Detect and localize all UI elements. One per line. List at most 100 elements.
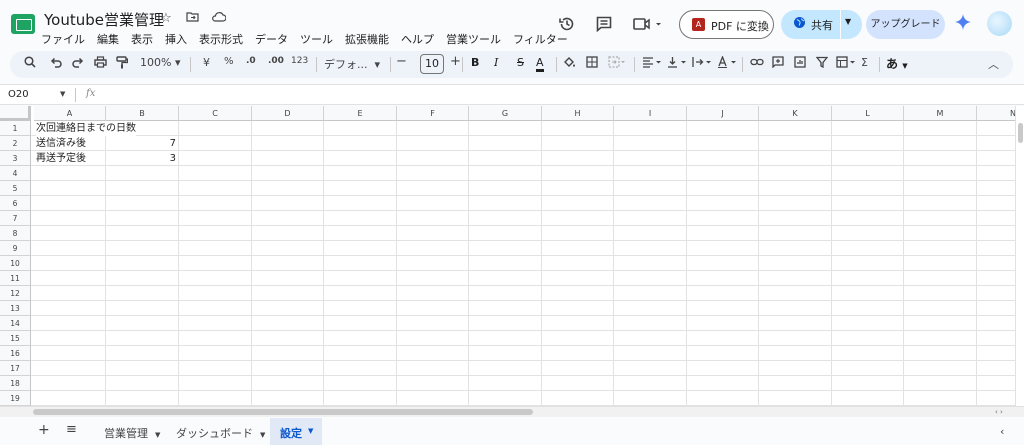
- print-icon[interactable]: [94, 56, 107, 71]
- menu-format[interactable]: 表示形式: [199, 31, 243, 47]
- menu-tools[interactable]: ツール: [300, 31, 333, 47]
- filter-views-icon[interactable]: [836, 56, 858, 71]
- cell-b3[interactable]: 3: [106, 151, 176, 166]
- row-header-11[interactable]: 11: [0, 271, 31, 286]
- borders-icon[interactable]: [586, 56, 598, 71]
- merge-cells-icon[interactable]: [608, 56, 626, 71]
- document-title[interactable]: Youtube営業管理: [44, 9, 164, 30]
- column-header-n[interactable]: N: [977, 106, 1015, 121]
- column-header-c[interactable]: C: [179, 106, 252, 121]
- star-icon[interactable]: ☆: [157, 11, 175, 26]
- all-sheets-menu-icon[interactable]: ≡: [66, 422, 77, 437]
- gemini-sparkle-icon[interactable]: [955, 14, 971, 34]
- menu-data[interactable]: データ: [255, 31, 288, 47]
- text-wrap-icon[interactable]: [692, 56, 714, 71]
- search-menus-icon[interactable]: [24, 56, 36, 71]
- column-header-m[interactable]: M: [904, 106, 977, 121]
- column-header-e[interactable]: E: [324, 106, 397, 121]
- sheets-logo-icon[interactable]: [11, 14, 35, 34]
- row-header-19[interactable]: 19: [0, 391, 31, 406]
- undo-icon[interactable]: [50, 56, 62, 71]
- menu-help[interactable]: ヘルプ: [401, 31, 434, 47]
- pdf-convert-button[interactable]: A PDF に変換: [679, 10, 774, 39]
- menu-file[interactable]: ファイル: [41, 31, 85, 47]
- comments-icon[interactable]: [595, 15, 613, 37]
- sheet-tab-sales-management[interactable]: 営業管理 ▼: [104, 425, 160, 441]
- filter-icon[interactable]: [815, 56, 829, 71]
- cell-b2[interactable]: 7: [106, 136, 176, 151]
- italic-button[interactable]: I: [494, 56, 498, 69]
- row-header-8[interactable]: 8: [0, 226, 31, 241]
- font-select[interactable]: デフォ... ▾: [324, 56, 380, 72]
- row-header-2[interactable]: 2: [0, 136, 31, 151]
- name-box[interactable]: O20: [8, 89, 29, 100]
- tab-dropdown-icon[interactable]: ▼: [308, 427, 313, 435]
- row-header-12[interactable]: 12: [0, 286, 31, 301]
- fill-color-icon[interactable]: [563, 56, 576, 72]
- menu-edit[interactable]: 編集: [97, 31, 119, 47]
- column-header-j[interactable]: J: [687, 106, 759, 121]
- upgrade-button[interactable]: アップグレード: [866, 10, 945, 39]
- vertical-align-icon[interactable]: [667, 56, 689, 71]
- horizontal-scrollbar[interactable]: ‹ ›: [0, 406, 1024, 417]
- row-header-3[interactable]: 3: [0, 151, 31, 166]
- horizontal-scroll-thumb[interactable]: [33, 409, 533, 415]
- column-header-f[interactable]: F: [397, 106, 469, 121]
- vertical-scrollbar[interactable]: [1015, 106, 1024, 406]
- insert-comment-icon[interactable]: [772, 56, 784, 71]
- cell-a1[interactable]: 次回連絡日までの日数: [36, 121, 136, 136]
- cell-a3[interactable]: 再送予定後: [36, 151, 86, 166]
- row-header-6[interactable]: 6: [0, 196, 31, 211]
- cell-a2[interactable]: 送信済み後: [36, 136, 86, 151]
- share-dropdown-icon[interactable]: ▼: [845, 17, 851, 26]
- row-header-16[interactable]: 16: [0, 346, 31, 361]
- number-format-button[interactable]: 123: [291, 56, 308, 66]
- select-all-corner[interactable]: [0, 106, 31, 121]
- row-header-15[interactable]: 15: [0, 331, 31, 346]
- horizontal-align-icon[interactable]: [642, 56, 664, 71]
- decrease-decimal-button[interactable]: .0: [246, 56, 256, 66]
- menu-view[interactable]: 表示: [131, 31, 153, 47]
- sheet-tab-dashboard[interactable]: ダッシュボード ▼: [176, 425, 265, 441]
- menu-sales-tools[interactable]: 営業ツール: [446, 31, 501, 47]
- redo-icon[interactable]: [72, 56, 84, 71]
- row-header-4[interactable]: 4: [0, 166, 31, 181]
- column-header-a[interactable]: A: [34, 106, 106, 121]
- row-header-17[interactable]: 17: [0, 361, 31, 376]
- currency-format-button[interactable]: ¥: [203, 56, 210, 69]
- column-header-k[interactable]: K: [759, 106, 832, 121]
- meet-icon[interactable]: [633, 16, 663, 36]
- column-header-b[interactable]: B: [106, 106, 179, 121]
- row-header-5[interactable]: 5: [0, 181, 31, 196]
- name-box-dropdown-icon[interactable]: ▼: [60, 90, 65, 98]
- collapse-toolbar-icon[interactable]: ︿: [988, 56, 999, 72]
- add-sheet-icon[interactable]: +: [38, 422, 50, 438]
- increase-decimal-button[interactable]: .00: [268, 56, 284, 66]
- row-header-7[interactable]: 7: [0, 211, 31, 226]
- row-header-18[interactable]: 18: [0, 376, 31, 391]
- column-header-d[interactable]: D: [252, 106, 324, 121]
- cloud-status-icon[interactable]: [209, 11, 227, 26]
- text-color-button[interactable]: A: [536, 56, 544, 72]
- paint-format-icon[interactable]: [116, 56, 129, 72]
- tab-dropdown-icon[interactable]: ▼: [260, 431, 265, 439]
- row-header-14[interactable]: 14: [0, 316, 31, 331]
- tab-dropdown-icon[interactable]: ▼: [155, 431, 160, 439]
- version-history-icon[interactable]: [558, 15, 576, 37]
- sheet-tab-settings[interactable]: 設定 ▼: [270, 418, 322, 445]
- column-header-l[interactable]: L: [832, 106, 904, 121]
- scroll-arrows-icon[interactable]: ‹ ›: [995, 408, 1003, 416]
- insert-chart-icon[interactable]: [794, 56, 806, 71]
- menu-extensions[interactable]: 拡張機能: [345, 31, 389, 47]
- row-header-1[interactable]: 1: [0, 121, 31, 136]
- row-header-10[interactable]: 10: [0, 256, 31, 271]
- column-header-g[interactable]: G: [469, 106, 542, 121]
- percent-format-button[interactable]: %: [224, 56, 234, 67]
- column-header-i[interactable]: I: [614, 106, 687, 121]
- spreadsheet-grid[interactable]: A B C D E F G H I J K L M N 1 2 3 4 5 6 …: [0, 106, 1015, 406]
- row-header-13[interactable]: 13: [0, 301, 31, 316]
- column-header-h[interactable]: H: [542, 106, 614, 121]
- avatar[interactable]: [987, 11, 1012, 36]
- insert-link-icon[interactable]: [750, 56, 764, 71]
- input-tools-button[interactable]: あ ▼: [886, 55, 908, 72]
